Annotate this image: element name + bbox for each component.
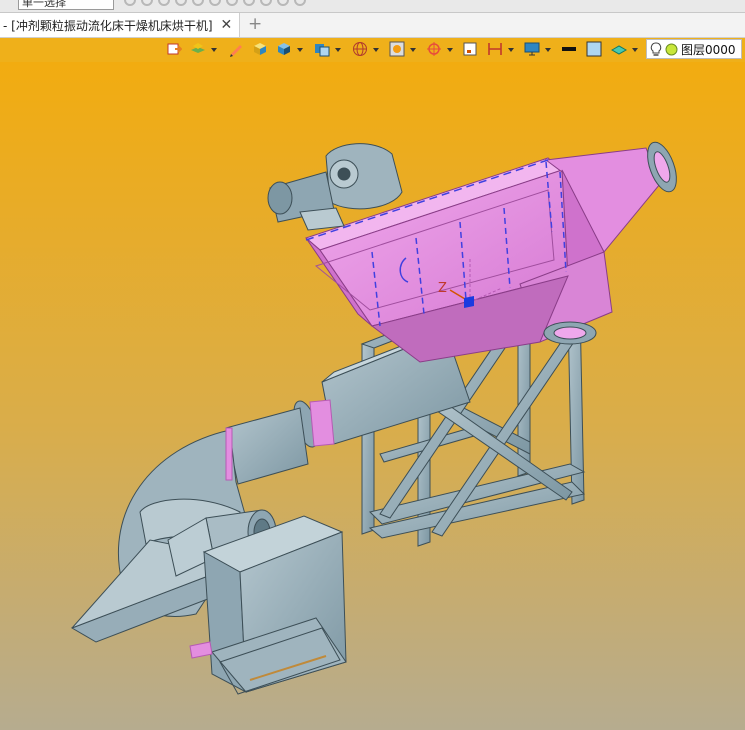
- document-tab-bar: - [冲剂颗粒振动流化床干燥机床烘干机] ✕ +: [0, 13, 745, 38]
- new-tab-icon[interactable]: +: [248, 14, 262, 34]
- tool-icon[interactable]: [209, 0, 221, 6]
- document-tab-title: - [冲剂颗粒振动流化床干燥机床烘干机]: [3, 18, 213, 33]
- lightbulb-icon[interactable]: [650, 41, 662, 57]
- tool-icon[interactable]: [175, 0, 187, 6]
- view-cube-icon[interactable]: [314, 41, 330, 57]
- render-icon[interactable]: [389, 41, 405, 57]
- cube-icon[interactable]: [276, 41, 292, 57]
- layer-selector[interactable]: 图层0000: [646, 39, 742, 59]
- target-icon[interactable]: [426, 41, 442, 57]
- layer-name: 图层0000: [681, 42, 736, 57]
- selection-mode-dropdown[interactable]: 单一选择: [18, 0, 114, 10]
- plane-icon[interactable]: [611, 41, 627, 57]
- 3d-viewport[interactable]: Z: [0, 62, 745, 730]
- tool-icon[interactable]: [158, 0, 170, 6]
- chevron-down-icon[interactable]: [211, 48, 217, 52]
- tool-icon[interactable]: [294, 0, 306, 6]
- chevron-down-icon[interactable]: [508, 48, 514, 52]
- tool-icon[interactable]: [226, 0, 238, 6]
- chevron-down-icon[interactable]: [297, 48, 303, 52]
- view-toolbar: [0, 38, 745, 62]
- document-tab[interactable]: - [冲剂颗粒振动流化床干燥机床烘干机] ✕: [0, 13, 240, 37]
- tool-icon[interactable]: [141, 0, 153, 6]
- pencil-icon[interactable]: [228, 41, 244, 57]
- line-color-icon[interactable]: [561, 41, 577, 57]
- fill-color-icon[interactable]: [586, 41, 602, 57]
- box-icon[interactable]: [252, 41, 268, 57]
- strip-icons: [124, 0, 306, 10]
- frame-icon[interactable]: [462, 41, 478, 57]
- chevron-down-icon[interactable]: [410, 48, 416, 52]
- tool-icon[interactable]: [192, 0, 204, 6]
- import-icon[interactable]: [166, 41, 182, 57]
- layer-status-icon: [665, 43, 678, 55]
- measure-icon[interactable]: [487, 41, 503, 57]
- tool-icon[interactable]: [260, 0, 272, 6]
- chevron-down-icon[interactable]: [335, 48, 341, 52]
- tool-icon[interactable]: [124, 0, 136, 6]
- chevron-down-icon[interactable]: [545, 48, 551, 52]
- top-toolbar-strip: 单一选择: [0, 0, 745, 13]
- tool-icon[interactable]: [243, 0, 255, 6]
- monitor-icon[interactable]: [524, 41, 540, 57]
- chevron-down-icon[interactable]: [373, 48, 379, 52]
- tool-icon[interactable]: [277, 0, 289, 6]
- axis-z-label: Z: [438, 281, 447, 296]
- sphere-grid-icon[interactable]: [352, 41, 368, 57]
- layers-icon[interactable]: [190, 41, 206, 57]
- chevron-down-icon[interactable]: [447, 48, 453, 52]
- chevron-down-icon[interactable]: [632, 48, 638, 52]
- close-icon[interactable]: ✕: [221, 17, 233, 33]
